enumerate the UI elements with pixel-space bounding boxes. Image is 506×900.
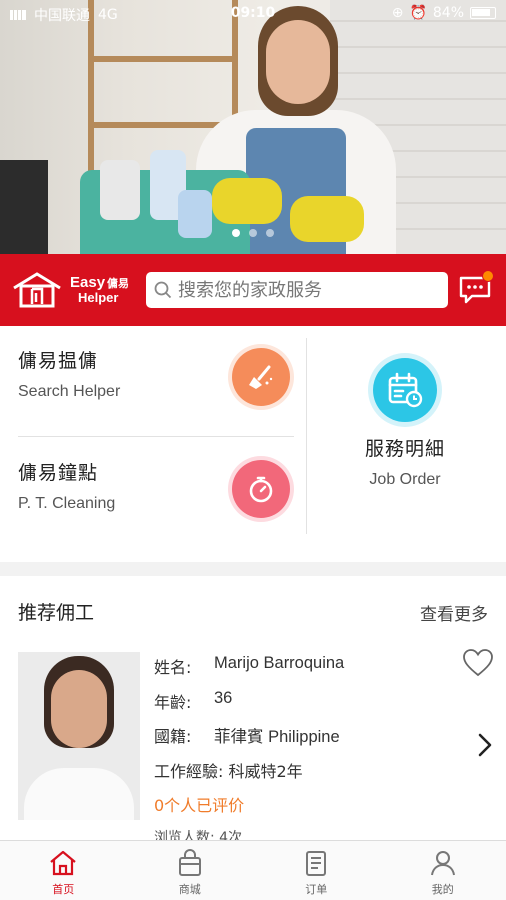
- helper-view-count: 浏览人数: 4次: [154, 829, 243, 841]
- message-button[interactable]: [458, 270, 494, 306]
- section-title: 推荐佣工: [18, 602, 95, 624]
- helper-nationality: 菲律賓 Philippine: [214, 728, 340, 746]
- broom-icon: [232, 348, 290, 406]
- tab-profile[interactable]: 我的: [380, 841, 506, 900]
- services-divider: [18, 436, 294, 437]
- tab-home[interactable]: 首页: [0, 841, 127, 900]
- home-icon: [50, 850, 76, 876]
- tab-label: 订单: [305, 883, 328, 896]
- age-label: 年齡:: [154, 692, 192, 712]
- search-bar[interactable]: [146, 272, 448, 308]
- helper-rating-count: 0个人已评价: [154, 796, 245, 815]
- tab-label: 我的: [431, 883, 454, 896]
- services-panel: 傭易揾傭 Search Helper 傭易鐘點 P. T. Cleaning 服…: [0, 326, 506, 562]
- bottom-tab-bar: 首页 商城 订单 我的: [0, 840, 506, 900]
- helper-experience: 工作經驗: 科威特2年: [154, 761, 303, 781]
- carousel-dot[interactable]: [232, 229, 240, 237]
- nationality-label: 國籍:: [154, 727, 192, 746]
- alarm-icon: ⏰: [409, 5, 427, 21]
- status-bar: 中国联通 4G 09:10 ⊕ ⏰ 84%: [0, 0, 506, 28]
- favorite-heart-icon[interactable]: [462, 648, 494, 678]
- profile-icon: [430, 851, 455, 876]
- service-pt-cleaning[interactable]: 傭易鐘點 P. T. Cleaning: [18, 458, 298, 546]
- helper-info: 姓名: Marijo Barroquina 年齡: 36 國籍: 菲律賓 Philip…: [154, 654, 344, 840]
- carousel-dot[interactable]: [249, 229, 257, 237]
- search-input[interactable]: [178, 279, 438, 301]
- logo-text-easy: Easy 傭易: [70, 274, 130, 291]
- service-job-order[interactable]: 服務明細 Job Order: [330, 358, 480, 528]
- banner-person-face: [266, 20, 330, 104]
- tab-orders[interactable]: 订单: [253, 841, 380, 900]
- easy-helper-logo[interactable]: Easy 傭易 Helper: [12, 270, 138, 312]
- header-bar: Easy 傭易 Helper: [0, 254, 506, 326]
- tab-label: 首页: [52, 883, 75, 896]
- chevron-right-icon[interactable]: [476, 732, 494, 758]
- battery-icon: [470, 7, 496, 19]
- tab-label: 商城: [178, 883, 201, 896]
- hero-banner[interactable]: [0, 0, 506, 254]
- logo-house-icon: [13, 272, 61, 308]
- search-icon: [154, 281, 172, 299]
- tab-shop[interactable]: 商城: [127, 841, 254, 900]
- helper-age: 36: [214, 688, 233, 707]
- banner-bottle: [100, 160, 140, 220]
- services-vertical-divider: [306, 338, 307, 534]
- carousel-dot[interactable]: [266, 229, 274, 237]
- lock-rotation-icon: ⊕: [391, 5, 404, 21]
- carousel-dots[interactable]: [0, 229, 506, 237]
- logo-text-helper: Helper: [78, 290, 119, 305]
- service-title: 服務明細: [364, 438, 445, 460]
- service-search-helper[interactable]: 傭易揾傭 Search Helper: [18, 346, 298, 434]
- calendar-icon: [373, 358, 437, 422]
- battery-percent: 84%: [432, 5, 464, 21]
- helper-name: Marijo Barroquina: [214, 654, 345, 672]
- notification-dot: [482, 270, 494, 282]
- shopping-bag-icon: [178, 849, 201, 876]
- banner-glove: [212, 178, 282, 224]
- banner-monitor: [0, 160, 48, 254]
- service-subtitle: Job Order: [369, 471, 441, 488]
- recommended-section: 推荐佣工 查看更多 姓名: Marijo Barroquina 年齡: 36 國籍:…: [0, 576, 506, 840]
- helper-photo[interactable]: [18, 652, 140, 820]
- order-list-icon: [306, 851, 327, 876]
- view-more-link[interactable]: 查看更多: [420, 600, 488, 625]
- stopwatch-icon: [232, 460, 290, 518]
- name-label: 姓名:: [154, 658, 192, 677]
